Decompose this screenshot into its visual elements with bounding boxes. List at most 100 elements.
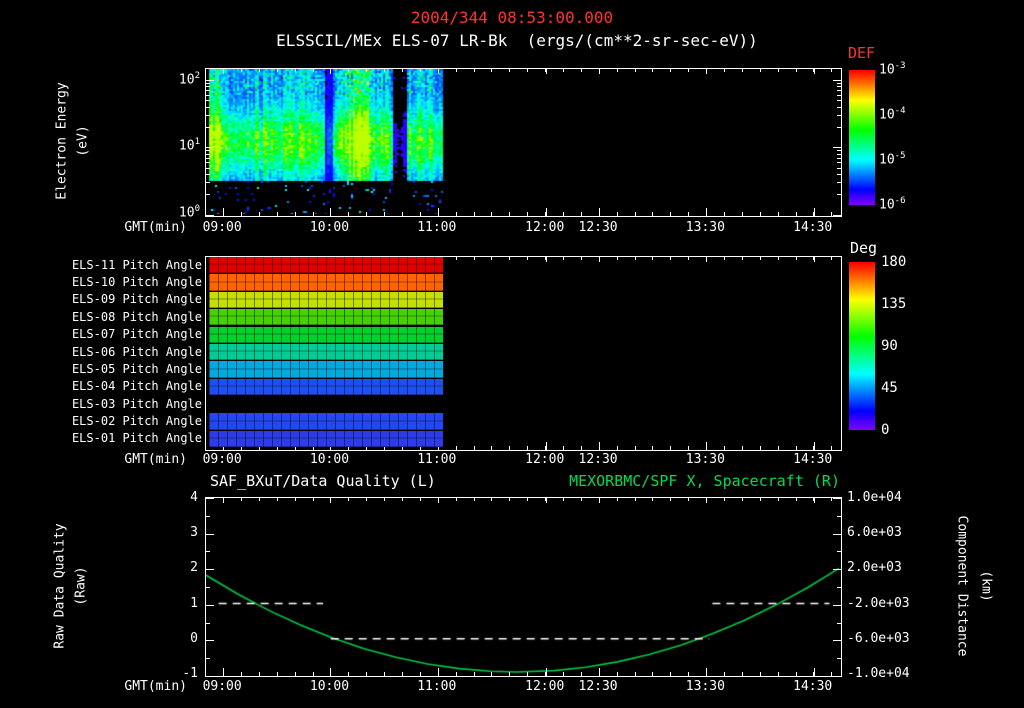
x-tick bbox=[777, 672, 779, 676]
x-tick bbox=[616, 212, 618, 216]
x-tick bbox=[706, 672, 708, 676]
pitch-row-data bbox=[209, 274, 443, 291]
time-tick-row-1: 09:00 10:00 11:00 12:00 12:30 13:30 14:30 bbox=[203, 220, 840, 236]
quality-ylabel-units: (Raw) bbox=[73, 566, 89, 606]
x-tick bbox=[294, 498, 296, 501]
x-tick bbox=[724, 69, 725, 72]
x-tick bbox=[688, 69, 690, 72]
y-tick bbox=[206, 100, 210, 102]
x-tick bbox=[759, 212, 761, 216]
x-tick bbox=[366, 498, 368, 501]
x-tick bbox=[491, 498, 493, 501]
x-tick bbox=[580, 69, 582, 72]
y-tick bbox=[206, 569, 214, 571]
x-tick bbox=[795, 257, 797, 260]
x-tick-label: 13:30 bbox=[685, 679, 725, 694]
quality-distance-panel bbox=[205, 497, 842, 677]
deg-colorbar-tick-label: 0 bbox=[881, 422, 890, 438]
x-tick-label: 11:00 bbox=[417, 679, 457, 694]
y-tick bbox=[206, 167, 210, 169]
pitch-row-label: ELS-04 Pitch Angle bbox=[71, 379, 202, 394]
quality-y-tick-label: -1 bbox=[182, 666, 198, 681]
y-tick bbox=[837, 174, 841, 176]
x-tick bbox=[455, 257, 457, 260]
pitch-row-label: ELS-05 Pitch Angle bbox=[71, 361, 202, 376]
time-tick-row-3: 09:00 10:00 11:00 12:00 12:30 13:30 14:30 bbox=[203, 679, 840, 695]
x-tick bbox=[509, 257, 511, 260]
x-tick bbox=[634, 212, 636, 216]
y-tick bbox=[206, 82, 210, 84]
x-tick bbox=[652, 257, 654, 260]
cdaweb-science-plot: 2004/344 08:53:00.000 ELSSCIL/MEx ELS-07… bbox=[0, 0, 1024, 708]
y-tick bbox=[833, 79, 841, 81]
x-tick bbox=[759, 69, 761, 72]
x-tick bbox=[598, 672, 600, 676]
y-tick bbox=[837, 126, 841, 128]
x-tick bbox=[258, 212, 260, 216]
x-tick bbox=[634, 498, 636, 501]
distance-ylabel-units: (km) bbox=[978, 570, 994, 602]
x-tick bbox=[563, 672, 565, 676]
distance-y-tick-label: 2.0e+03 bbox=[847, 560, 902, 576]
y-tick bbox=[833, 676, 841, 677]
x-tick bbox=[527, 672, 529, 676]
pitch-row-data bbox=[209, 413, 443, 430]
deg-colorbar-gradient bbox=[849, 262, 875, 430]
x-tick bbox=[223, 498, 225, 501]
time-tick-row-2: 09:00 10:00 11:00 12:00 12:30 13:30 14:30 bbox=[203, 452, 840, 468]
x-tick bbox=[545, 446, 547, 450]
x-tick bbox=[294, 212, 296, 216]
bottom-left-series-title: SAF_BXuT/Data Quality (L) bbox=[210, 472, 436, 490]
x-tick bbox=[759, 498, 761, 501]
y-tick bbox=[206, 622, 210, 624]
pitch-row-label: ELS-08 Pitch Angle bbox=[71, 309, 202, 324]
x-tick bbox=[652, 69, 654, 72]
pitch-row-label: ELS-02 Pitch Angle bbox=[71, 413, 202, 428]
x-tick bbox=[276, 69, 278, 72]
x-tick bbox=[598, 446, 600, 450]
x-tick bbox=[348, 212, 350, 216]
y-tick bbox=[833, 214, 841, 216]
x-tick bbox=[348, 69, 350, 72]
x-tick bbox=[384, 498, 386, 501]
time-axis-label-2: GMT(min) bbox=[124, 452, 187, 467]
pitch-row-data bbox=[209, 361, 443, 378]
y-tick bbox=[837, 106, 841, 108]
x-tick bbox=[634, 446, 636, 450]
x-tick bbox=[652, 672, 654, 676]
pitch-row-data bbox=[209, 309, 443, 326]
def-colorbar-tick-label: 10-6 bbox=[879, 196, 906, 213]
distance-ylabel: Component Distance bbox=[954, 515, 970, 657]
y-tick bbox=[206, 515, 210, 517]
y-tick bbox=[833, 640, 841, 642]
x-tick bbox=[813, 446, 815, 450]
x-tick bbox=[616, 498, 618, 501]
x-tick bbox=[706, 498, 708, 501]
pitch-row-label: ELS-06 Pitch Angle bbox=[71, 344, 202, 359]
x-tick bbox=[258, 69, 260, 72]
quality-ylabel: Raw Data Quality bbox=[52, 523, 68, 649]
x-tick-label: 10:00 bbox=[309, 452, 350, 467]
quality-y-tick-label: 2 bbox=[190, 560, 198, 576]
x-tick bbox=[455, 672, 457, 676]
x-tick bbox=[831, 69, 833, 72]
x-tick bbox=[473, 257, 475, 260]
y-tick bbox=[206, 90, 210, 92]
x-tick bbox=[455, 446, 457, 450]
x-tick bbox=[473, 498, 475, 501]
pitch-row-label: ELS-07 Pitch Angle bbox=[71, 327, 202, 342]
y-tick bbox=[837, 194, 841, 196]
x-tick bbox=[276, 672, 278, 676]
x-tick bbox=[598, 257, 600, 260]
x-tick bbox=[598, 212, 600, 216]
x-tick bbox=[330, 212, 332, 216]
x-tick bbox=[241, 498, 243, 501]
x-tick bbox=[688, 498, 690, 501]
y-tick bbox=[206, 533, 214, 535]
x-tick bbox=[348, 672, 350, 676]
x-tick bbox=[312, 498, 314, 501]
y-tick bbox=[837, 153, 841, 155]
x-tick bbox=[813, 672, 815, 676]
x-tick bbox=[402, 498, 404, 501]
y-tick bbox=[837, 82, 841, 84]
